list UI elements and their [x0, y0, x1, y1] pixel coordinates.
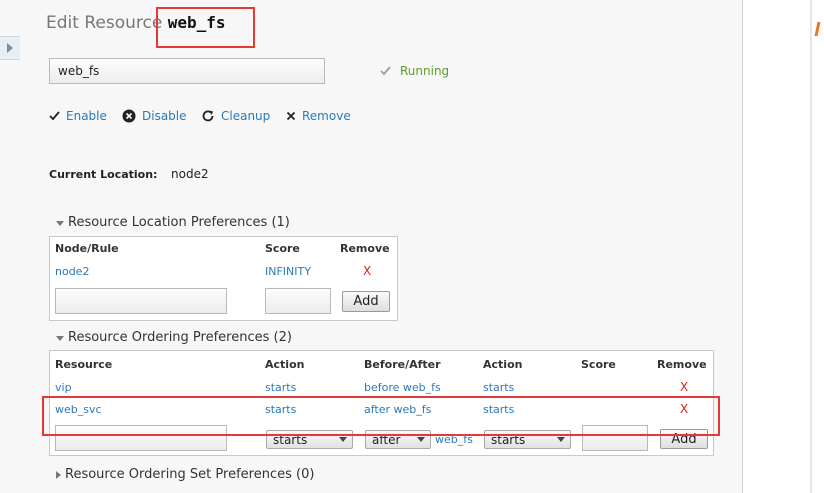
cleanup-label: Cleanup — [221, 109, 271, 123]
location-prefs-table: Node/Rule Score Remove node2 INFINITY X … — [49, 236, 398, 321]
location-prefs-header[interactable]: Resource Location Preferences (1) — [56, 215, 290, 230]
expand-sidebar-button[interactable] — [0, 36, 20, 60]
col-action: Action — [265, 358, 305, 371]
highlight-box-row — [42, 396, 720, 436]
new-node-input[interactable] — [55, 288, 227, 314]
chevron-down-icon — [417, 437, 425, 442]
chevron-right-icon — [7, 43, 13, 53]
location-remove-button[interactable]: X — [363, 264, 371, 278]
ordering-set-prefs-header[interactable]: Resource Ordering Set Preferences (0) — [56, 467, 314, 482]
order-row-resource[interactable]: vip — [55, 381, 72, 394]
status-indicator: Running — [380, 64, 449, 78]
chevron-right-icon — [56, 470, 61, 479]
col-remove: Remove — [657, 358, 707, 371]
ordering-set-prefs-title: Resource Ordering Set Preferences (0) — [65, 467, 315, 482]
disable-button[interactable]: Disable — [122, 109, 187, 123]
chevron-down-icon — [56, 221, 64, 226]
ordering-prefs-header[interactable]: Resource Ordering Preferences (2) — [56, 330, 292, 345]
col-remove: Remove — [340, 242, 390, 255]
close-icon — [286, 111, 296, 121]
page-title-prefix: Edit Resource — [46, 13, 163, 33]
divider — [810, 0, 812, 493]
check-icon — [49, 111, 60, 121]
remove-button[interactable]: Remove — [286, 109, 351, 123]
current-location-value: node2 — [171, 167, 209, 181]
chevron-down-icon — [339, 437, 347, 442]
left-sidebar-collapsed — [0, 0, 21, 493]
order-row-before-after[interactable]: before web_fs — [364, 381, 441, 394]
current-location-label: Current Location: — [49, 168, 158, 181]
disable-icon — [122, 109, 136, 123]
ordering-prefs-title: Resource Ordering Preferences (2) — [68, 330, 292, 345]
chevron-down-icon — [56, 336, 64, 341]
chevron-down-icon — [557, 437, 565, 442]
order-row-action[interactable]: starts — [265, 381, 296, 394]
location-node-link[interactable]: node2 — [55, 265, 89, 278]
location-score-link[interactable]: INFINITY — [265, 265, 311, 278]
status-text: Running — [400, 64, 450, 78]
resource-name-field[interactable] — [49, 58, 325, 84]
col-action-2: Action — [483, 358, 523, 371]
col-score: Score — [581, 358, 616, 371]
add-location-button[interactable]: Add — [342, 291, 390, 312]
refresh-icon — [202, 110, 214, 122]
remove-label: Remove — [302, 109, 351, 123]
col-score: Score — [265, 242, 300, 255]
order-row-action-2[interactable]: starts — [483, 381, 514, 394]
highlight-box-title — [156, 7, 255, 48]
disable-label: Disable — [142, 109, 187, 123]
enable-button[interactable]: Enable — [49, 109, 107, 123]
check-icon — [380, 66, 391, 76]
enable-label: Enable — [66, 109, 107, 123]
cleanup-button[interactable]: Cleanup — [201, 109, 270, 123]
new-score-input[interactable] — [265, 288, 331, 314]
col-node-rule: Node/Rule — [55, 242, 119, 255]
location-prefs-title: Resource Location Preferences (1) — [68, 215, 290, 230]
order-row-remove-button[interactable]: X — [680, 380, 688, 394]
accent-mark — [814, 22, 824, 36]
col-resource: Resource — [55, 358, 113, 371]
col-before-after: Before/After — [364, 358, 441, 371]
